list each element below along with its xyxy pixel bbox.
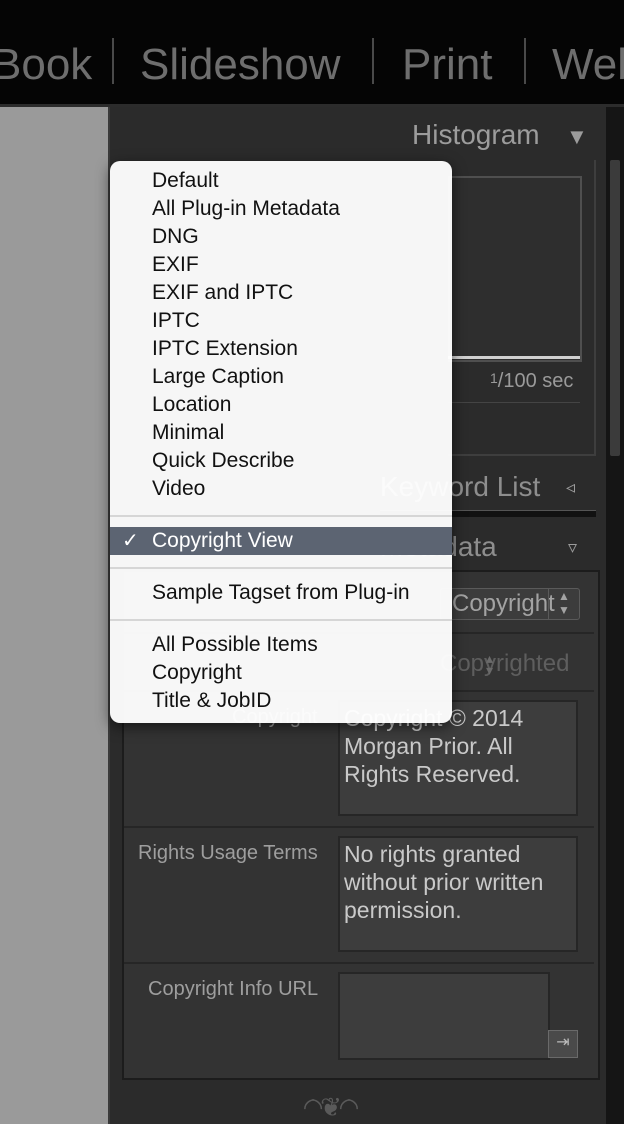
rights-usage-value: No rights granted without prior written … [344, 841, 544, 923]
histogram-baseline [448, 356, 580, 359]
menu-item-minimal[interactable]: Minimal [152, 419, 224, 447]
module-slideshow[interactable]: Slideshow [140, 40, 341, 90]
menu-separator [110, 619, 452, 621]
histogram-header[interactable]: Histogram [412, 118, 540, 152]
menu-item-all-possible-items[interactable]: All Possible Items [152, 631, 318, 659]
collapse-triangle-icon[interactable]: ▼ [566, 126, 588, 148]
menu-item-sample-tagset[interactable]: Sample Tagset from Plug-in [152, 579, 410, 607]
shutter-unit: sec [542, 370, 574, 392]
status-stepper-icon[interactable]: ▴ ▾ [486, 651, 493, 677]
copyright-status-value[interactable]: Copyrighted [440, 650, 569, 678]
shutter-speed-readout: 1/100 sec [490, 370, 574, 392]
copyright-url-label: Copyright Info URL [148, 978, 319, 1000]
menu-item-exif[interactable]: EXIF [152, 251, 199, 279]
module-web[interactable]: Web [552, 40, 624, 90]
menu-item-iptc[interactable]: IPTC [152, 307, 200, 335]
shutter-den: 100 [503, 370, 537, 392]
menu-item-large-caption[interactable]: Large Caption [152, 363, 284, 391]
panel-expand-icon[interactable]: ◃ [566, 476, 575, 498]
panel-collapse-icon[interactable]: ▿ [568, 536, 577, 558]
menu-item-iptc-extension[interactable]: IPTC Extension [152, 335, 298, 363]
menu-item-copyright[interactable]: Copyright [152, 659, 242, 687]
select-stepper-icon[interactable]: ▲ ▼ [548, 589, 579, 619]
menu-item-location[interactable]: Location [152, 391, 231, 419]
menu-item-default[interactable]: Default [152, 167, 219, 195]
menu-item-exif-iptc[interactable]: EXIF and IPTC [152, 279, 293, 307]
row-divider [124, 962, 594, 964]
menu-item-copyright-view[interactable]: Copyright View [152, 527, 293, 555]
histogram-info-divider [448, 402, 580, 403]
menu-separator [110, 567, 452, 569]
copyright-url-field[interactable] [338, 972, 550, 1060]
go-to-url-icon[interactable]: ⇥ [548, 1030, 578, 1058]
menu-item-video[interactable]: Video [152, 475, 205, 503]
panel-end-ornament-icon: ◜◝❦◜◝ [304, 1092, 358, 1122]
menu-item-title-jobid[interactable]: Title & JobID [152, 687, 271, 715]
row-divider [124, 826, 594, 828]
rights-usage-label: Rights Usage Terms [138, 842, 318, 864]
module-separator [524, 38, 526, 84]
menu-item-dng[interactable]: DNG [152, 223, 199, 251]
panel-scrollbar-thumb[interactable] [610, 160, 620, 456]
image-canvas-area [0, 107, 108, 1124]
menu-item-all-plugin-metadata[interactable]: All Plug-in Metadata [152, 195, 340, 223]
menu-item-quick-describe[interactable]: Quick Describe [152, 447, 294, 475]
menu-separator [110, 515, 452, 517]
histogram-graph [448, 176, 582, 362]
module-print[interactable]: Print [402, 40, 492, 90]
metadata-preset-value: Copyright [452, 590, 555, 617]
checkmark-icon: ✓ [122, 530, 139, 552]
module-book[interactable]: Book [0, 40, 92, 90]
module-separator [112, 38, 114, 84]
module-separator [372, 38, 374, 84]
shutter-num: 1 [490, 370, 498, 386]
